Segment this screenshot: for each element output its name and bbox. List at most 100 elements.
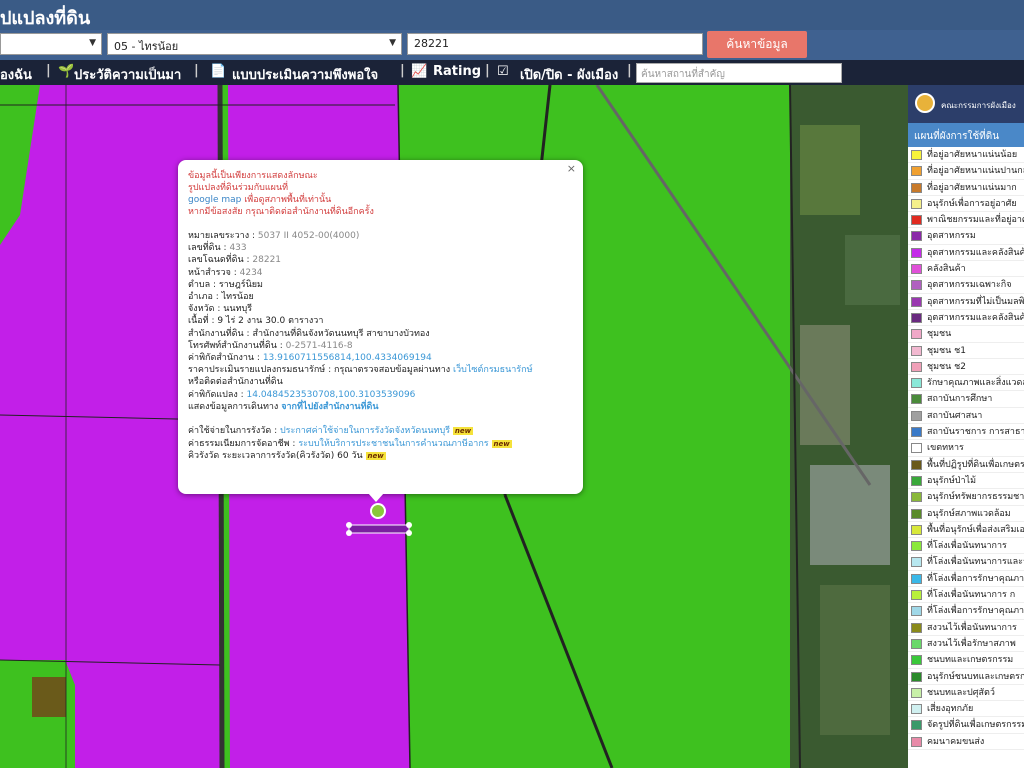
detail-row: สำนักงานที่ดิน : สำนักงานที่ดินจังหวัดนน… [188,328,430,339]
legend-item: อนุรักษ์ชนบทและเกษตรกรรม [908,669,1024,685]
detail-key: คิวรังวัด [188,451,220,462]
legend-label: อุตสาหกรรมและคลังสินค้า [927,247,1024,258]
parcel-vertex [346,522,352,528]
detail-key: โทรศัพท์สำนักงานที่ดิน [188,340,277,351]
menu-item-rating[interactable]: Rating [433,64,481,79]
legend-label: สถาบันศาสนา [927,410,983,421]
legend-label: ชุมชน [927,329,952,340]
legend-swatch [911,264,922,275]
legend-list: ที่อยู่อาศัยหนาแน่นน้อย ที่อยู่อาศัยหนาแน… [908,147,1024,750]
detail-value: ไทรน้อย [221,292,254,303]
selected-parcel[interactable] [348,524,410,534]
legend-item: ชนบทและปศุสัตว์ [908,685,1024,702]
treasury-link[interactable]: เว็บไซต์กรมธนารักษ์ [453,365,532,375]
document-icon: 📄 [210,64,227,79]
detail-key: ตำบล [188,279,211,290]
detail-key: ค่าพิกัดสำนักงาน [188,353,255,364]
legend-swatch [911,541,922,552]
detail-key: ค่าใช้จ่ายในการรังวัด [188,426,272,437]
office-coordinate-link[interactable]: 13.9160711556814,100.4334069194 [263,353,432,363]
legend-item: ชนบทและเกษตรกรรม [908,652,1024,669]
legend-label: เสี่ยงอุทกภัย [927,704,974,715]
satellite-field [810,465,890,565]
parcel-details: หมายเลขระวาง : 5037 II 4052-00(4000) เลข… [188,230,573,413]
parcel-info-popup: × ข้อมูลนี้เป็นเพียงการแสดงลักษณะ รูปแปล… [178,160,583,494]
legend-item: คลังสินค้า [908,261,1024,278]
detail-key: หน้าสำรวจ [188,267,231,278]
detail-key: หรือติดต่อสำนักงานที่ดิน [188,377,283,388]
legend-swatch [911,443,922,454]
legend-item: พาณิชยกรรมและที่อยู่อาศัย [908,212,1024,229]
menu-item-profile[interactable]: องฉัน [0,64,32,85]
legend-item: อนุรักษ์สภาพแวดล้อม [908,506,1024,522]
detail-row: อำเภอ : ไทรน้อย [188,292,254,303]
legend-panel: คณะกรรมการผังเมือง แผนที่ผังการใช้ที่ดิน… [908,85,1024,768]
header-bar: ูปแปลงที่ดิน [0,0,1024,30]
sprout-icon: 🌱 [58,64,75,79]
chart-icon: 📈 [411,64,428,79]
menu-separator: | [485,63,490,78]
legend-swatch [911,231,922,242]
legend-item: พื้นที่อนุรักษ์เพื่อส่งเสริมเอกลักษณ์ [908,522,1024,539]
tax-link[interactable]: ระบบให้บริการประชาชนในการคำนวณภาษีอากร [298,439,488,449]
search-button[interactable]: ค้นหาข้อมูล [707,31,807,58]
legend-swatch [911,557,922,568]
legend-label: สงวนไว้เพื่อนันทนาการ [927,622,1017,633]
legend-item: อุตสาหกรรม [908,228,1024,245]
detail-value: 433 [229,243,247,254]
detail-row: คิวรังวัด ระยะเวลาการรังวัด(คิวรังวัด) 6… [188,450,573,463]
legend-swatch [911,736,922,747]
detail-row: ราคาประเมินรายแปลงกรมธนารักษ์ : กรุณาตรว… [188,365,533,376]
legend-label: พื้นที่อนุรักษ์เพื่อส่งเสริมเอกลักษณ์ [927,524,1024,535]
new-badge: new [452,427,474,436]
detail-key: ค่าธรรมเนียมการจัดอาชีพ [188,438,290,449]
parcel-vertex [346,530,352,536]
detail-key: เลขที่ดิน [188,243,221,254]
agency-logo-icon [915,93,935,113]
place-search-input[interactable]: ค้นหาสถานที่สำคัญ [636,63,842,83]
legend-swatch [911,182,922,193]
detail-row: หรือติดต่อสำนักงานที่ดิน [188,376,573,388]
legend-item: ที่โล่งเพื่อการรักษาคุณภาพ [908,571,1024,588]
legend-label: สงวนไว้เพื่อรักษาสภาพ [927,638,1016,649]
district-select[interactable]: 05 - ไทรน้อย ▼ [107,33,402,55]
legend-label: อนุรักษ์เพื่อการอยู่อาศัย [927,198,1017,209]
menu-bar: องฉัน | 🌱 ประวัติความเป็นมา | 📄 แบบประเม… [0,60,1024,85]
detail-row: ตำบล : ราษฎร์นิยม [188,279,263,290]
menu-item-toggle-cityplan[interactable]: เปิด/ปิด - ผังเมือง [520,64,618,85]
menu-item-history[interactable]: ประวัติความเป็นมา [74,64,181,85]
detail-row: ค่าพิกัดแปลง : 14.0484523530708,100.3103… [188,389,416,400]
province-select[interactable]: ▼ [0,33,102,55]
legend-label: ที่อยู่อาศัยหนาแน่นปานกลาง [927,166,1024,177]
menu-item-survey[interactable]: แบบประเมินความพึงพอใจ [232,64,378,85]
legend-label: สถาบันการศึกษา [927,394,993,405]
parcel-vertex [406,530,412,536]
close-icon[interactable]: × [567,162,576,175]
detail-row: จังหวัด : นนทบุรี [188,304,253,315]
legend-item: อุตสาหกรรมและคลังสินค้า [908,245,1024,262]
detail-row: ค่าพิกัดสำนักงาน : 13.9160711556814,100.… [188,353,432,364]
detail-value: 0-2571-4116-8 [285,340,353,351]
menu-separator: | [627,63,632,78]
legend-label: อนุรักษ์ชนบทและเกษตรกรรม [927,671,1024,682]
app-window: ูปแปลงที่ดิน ▼ 05 - ไทรน้อย ▼ 28221 ค้นห… [0,0,1024,768]
checkbox-icon[interactable]: ☑ [497,64,509,79]
legend-swatch [911,312,922,323]
satellite-field [845,235,900,305]
legend-label: ที่โล่งเพื่อการรักษาคุณภาพ [927,606,1024,617]
parcel-coordinate-link[interactable]: 14.0484523530708,100.3103539096 [247,390,416,400]
legend-swatch [911,606,922,617]
legend-label: ที่โล่งเพื่อการรักษาคุณภาพ [927,573,1024,584]
detail-key: เนื้อที่ [188,316,209,327]
legend-swatch [911,573,922,584]
route-link[interactable]: จากที่ไปยังสำนักงานที่ดิน [281,402,378,412]
menu-separator: | [400,63,405,78]
legend-swatch [911,247,922,258]
legend-swatch [911,459,922,470]
parcel-number-input[interactable]: 28221 [407,33,703,55]
disclaimer-line: google map เพื่อดูสภาพพื้นที่เท่านั้น [188,194,573,206]
satellite-field [800,125,860,215]
legend-swatch [911,655,922,666]
fee-link[interactable]: ประกาศค่าใช้จ่ายในการรังวัดจังหวัดนนทบุร… [280,426,450,436]
map-pin-icon[interactable] [370,503,386,519]
